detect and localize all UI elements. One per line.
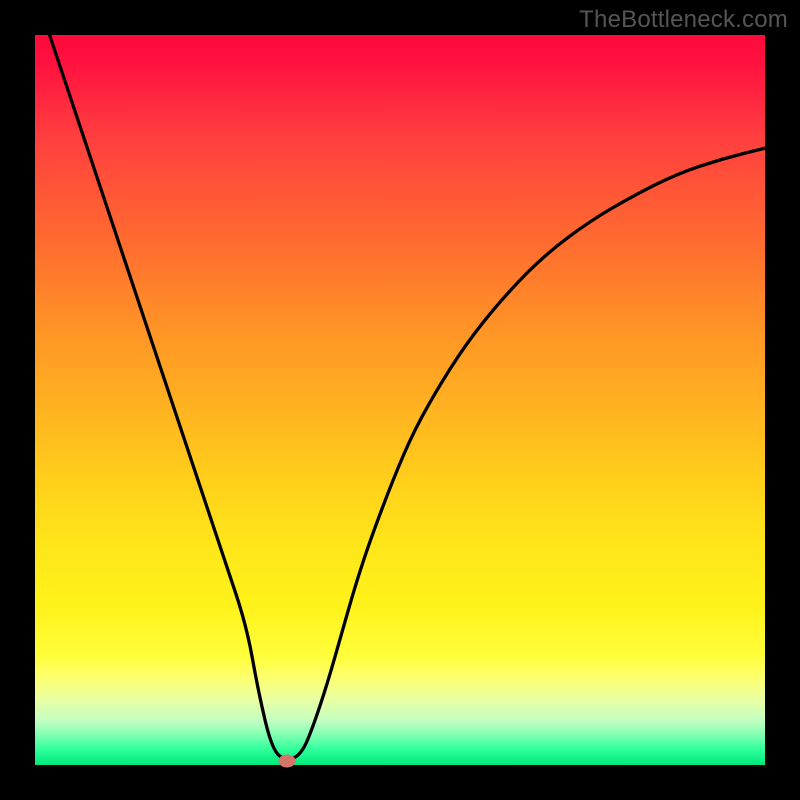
curve-svg bbox=[35, 35, 765, 765]
optimum-marker bbox=[278, 755, 295, 768]
bottleneck-curve bbox=[50, 35, 765, 759]
chart-frame: TheBottleneck.com bbox=[0, 0, 800, 800]
watermark-text: TheBottleneck.com bbox=[579, 6, 788, 34]
plot-area bbox=[35, 35, 765, 765]
